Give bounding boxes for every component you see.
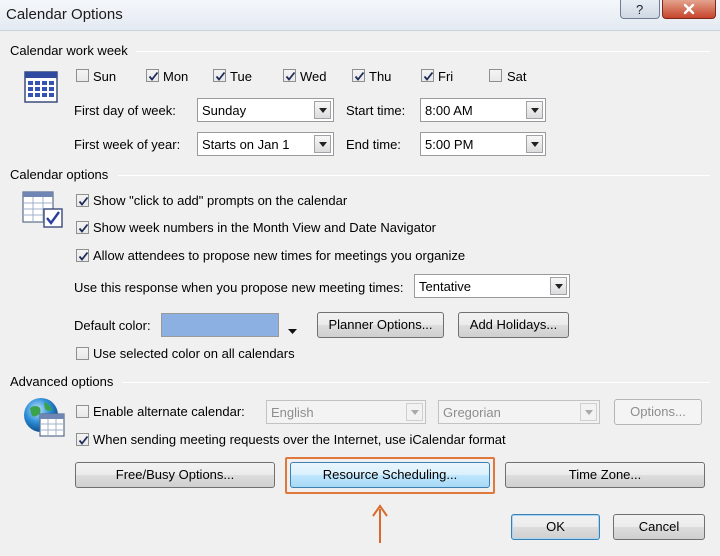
checkbox-thu[interactable] (352, 69, 365, 82)
checkbox-sun[interactable] (76, 69, 89, 82)
dropdown-arrow-icon[interactable] (580, 403, 597, 421)
start-time-value: 8:00 AM (425, 103, 473, 118)
help-icon: ? (636, 2, 643, 16)
allow-propose-label: Allow attendees to propose new times for… (93, 248, 466, 263)
divider (118, 175, 710, 176)
up-arrow-annotation-icon (370, 503, 390, 548)
day-label-thu: Thu (369, 69, 392, 84)
dropdown-arrow-icon[interactable] (526, 135, 543, 153)
title-bar: Calendar Options ? (0, 0, 720, 30)
start-time-label: Start time: (346, 103, 406, 118)
response-label: Use this response when you propose new m… (74, 280, 404, 295)
response-select[interactable]: Tentative (414, 274, 570, 298)
alternate-options-button[interactable]: Options... (614, 399, 702, 425)
end-time-select[interactable]: 5:00 PM (420, 132, 546, 156)
show-week-numbers-label: Show week numbers in the Month View and … (93, 220, 437, 235)
resource-scheduling-button[interactable]: Resource Scheduling... (290, 462, 490, 488)
first-week-value: Starts on Jan 1 (202, 137, 290, 152)
checkbox-enable-alternate[interactable] (76, 405, 89, 418)
day-label-tue: Tue (230, 69, 252, 84)
checkbox-fri[interactable] (421, 69, 434, 82)
dropdown-arrow-icon[interactable] (550, 277, 567, 295)
first-day-value: Sunday (202, 103, 247, 118)
checkbox-sat[interactable] (489, 69, 502, 82)
alternate-calendar-type-select[interactable]: Gregorian (438, 400, 600, 424)
first-week-select[interactable]: Starts on Jan 1 (197, 132, 334, 156)
close-button[interactable] (662, 0, 716, 19)
icalendar-label: When sending meeting requests over the I… (93, 432, 506, 447)
day-label-mon: Mon (163, 69, 189, 84)
cancel-button[interactable]: Cancel (613, 514, 705, 540)
free-busy-options-button[interactable]: Free/Busy Options... (75, 462, 275, 488)
default-color-label: Default color: (74, 318, 151, 333)
day-label-sat: Sat (507, 69, 527, 84)
alternate-language-value: English (271, 405, 314, 420)
dropdown-arrow-icon[interactable] (314, 101, 331, 119)
work-week-header: Calendar work week (10, 43, 128, 58)
svg-text:?: ? (636, 2, 643, 16)
default-color-swatch[interactable] (161, 313, 279, 337)
response-value: Tentative (419, 279, 472, 294)
alternate-calendar-type-value: Gregorian (443, 405, 501, 420)
divider (136, 51, 710, 52)
checkbox-allow-propose[interactable] (76, 249, 89, 262)
calendar-options-header: Calendar options (10, 167, 109, 182)
end-time-value: 5:00 PM (425, 137, 474, 152)
calendar-week-icon (24, 71, 58, 106)
checkmark-icon (78, 251, 89, 261)
close-icon (683, 3, 695, 15)
day-label-sun: Sun (93, 69, 117, 84)
color-dropdown-arrow-icon[interactable] (288, 322, 297, 337)
checkmark-icon (78, 435, 89, 445)
checkmark-icon (78, 196, 89, 206)
checkbox-show-click-to-add[interactable] (76, 194, 89, 207)
first-day-select[interactable]: Sunday (197, 98, 334, 122)
add-holidays-button[interactable]: Add Holidays... (458, 312, 569, 338)
dropdown-arrow-icon[interactable] (526, 101, 543, 119)
globe-calendar-icon (22, 396, 66, 441)
advanced-options-header: Advanced options (10, 374, 114, 389)
dropdown-arrow-icon[interactable] (406, 403, 423, 421)
day-label-wed: Wed (300, 69, 327, 84)
alternate-language-select[interactable]: English (266, 400, 426, 424)
time-zone-button[interactable]: Time Zone... (505, 462, 705, 488)
dropdown-arrow-icon[interactable] (314, 135, 331, 153)
checkmark-icon (423, 71, 434, 81)
end-time-label: End time: (346, 137, 401, 152)
checkbox-mon[interactable] (146, 69, 159, 82)
checkbox-wed[interactable] (283, 69, 296, 82)
window-title: Calendar Options (6, 6, 123, 23)
first-week-label: First week of year: (74, 137, 181, 152)
calendar-checklist-icon (22, 191, 64, 232)
checkbox-tue[interactable] (213, 69, 226, 82)
day-label-fri: Fri (438, 69, 454, 84)
start-time-select[interactable]: 8:00 AM (420, 98, 546, 122)
checkmark-icon (215, 71, 226, 81)
checkmark-icon (285, 71, 296, 81)
checkbox-use-selected-color[interactable] (76, 347, 89, 360)
checkbox-show-week-numbers[interactable] (76, 221, 89, 234)
checkmark-icon (354, 71, 365, 81)
checkbox-icalendar[interactable] (76, 433, 89, 446)
divider (122, 382, 710, 383)
checkmark-icon (78, 223, 89, 233)
enable-alternate-label: Enable alternate calendar: (93, 404, 245, 419)
help-button[interactable]: ? (620, 0, 660, 19)
first-day-label: First day of week: (74, 103, 176, 118)
planner-options-button[interactable]: Planner Options... (317, 312, 444, 338)
show-click-to-add-label: Show "click to add" prompts on the calen… (93, 193, 348, 208)
use-selected-color-label: Use selected color on all calendars (93, 346, 295, 361)
ok-button[interactable]: OK (511, 514, 600, 540)
checkmark-icon (148, 71, 159, 81)
dialog-body: Calendar work week Sun Mon Tue Wed Thu F… (0, 30, 720, 556)
